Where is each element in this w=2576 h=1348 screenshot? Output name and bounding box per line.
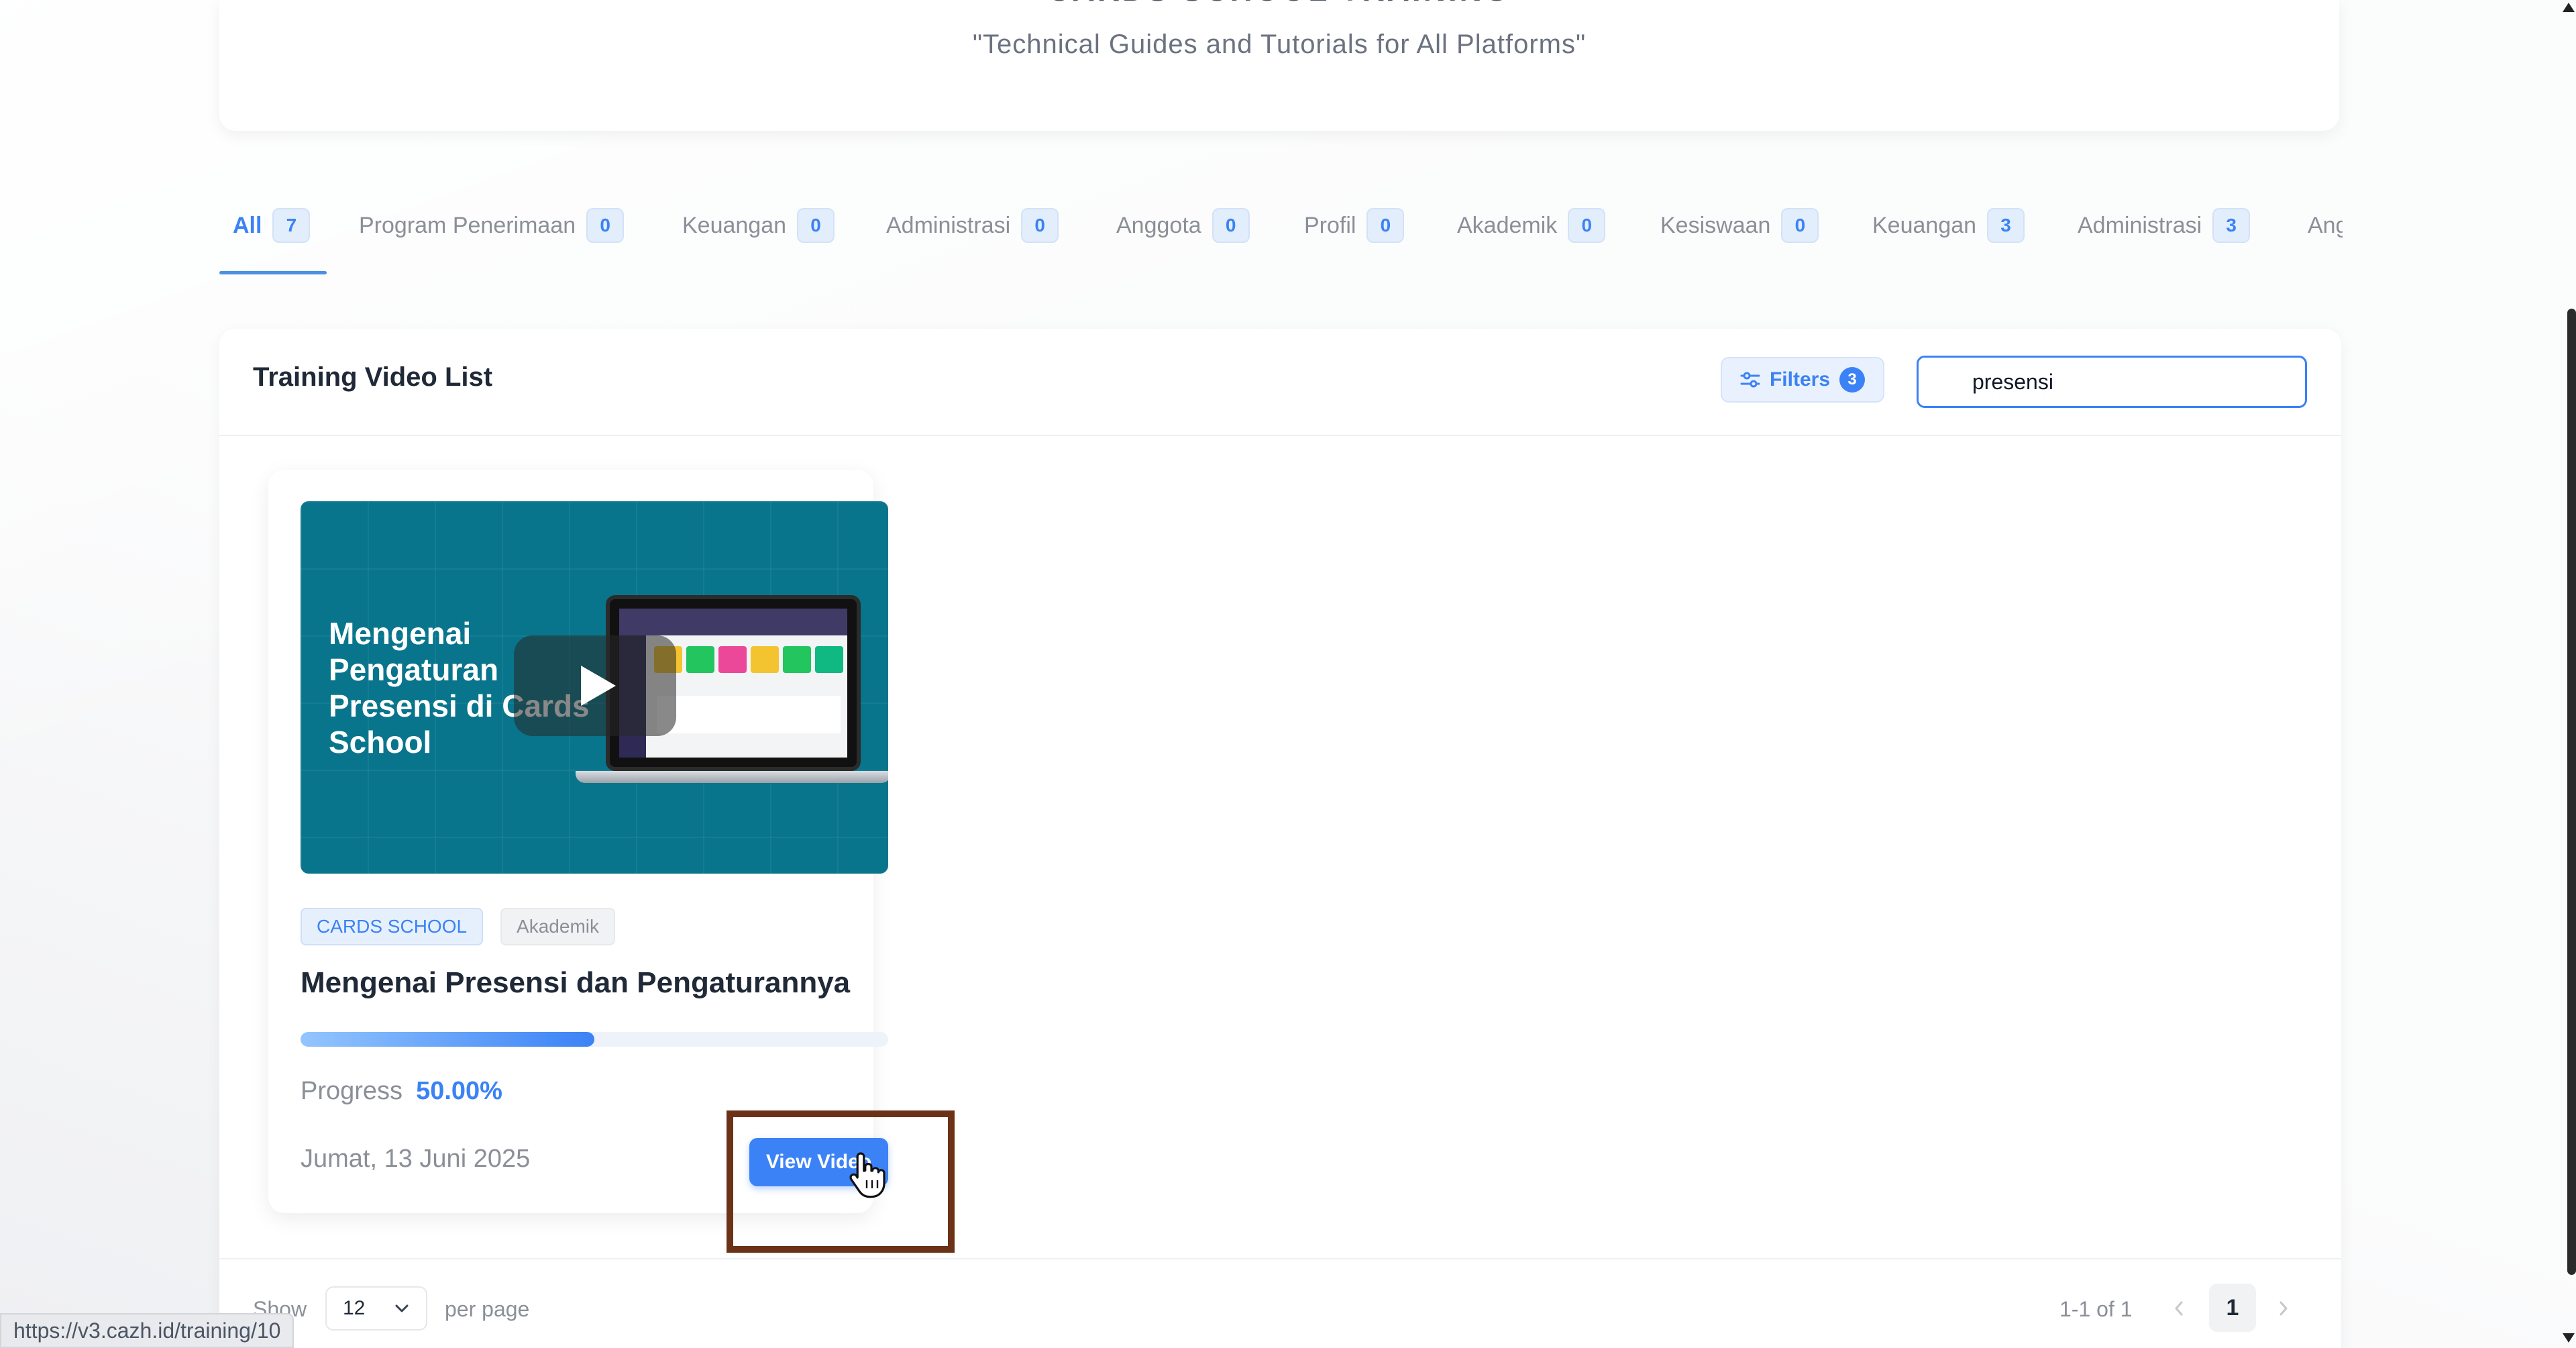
page-number-button[interactable]: 1 bbox=[2209, 1284, 2256, 1332]
laptop-topbar bbox=[619, 609, 847, 635]
laptop-tile bbox=[751, 646, 779, 673]
hero-title: CARDS SCHOOL TRAINING bbox=[219, 0, 2339, 8]
hero-subtitle: "Technical Guides and Tutorials for All … bbox=[972, 30, 1587, 59]
tab-program-penerimaan[interactable]: Program Penerimaan 0 bbox=[359, 205, 625, 246]
tab-anggota[interactable]: Anggota 0 bbox=[1116, 205, 1250, 246]
video-thumbnail[interactable]: Mengenai Pengaturan Presensi di Cards Sc… bbox=[301, 501, 888, 874]
laptop-tile bbox=[815, 646, 843, 673]
tab-count-badge: 3 bbox=[2212, 208, 2251, 243]
laptop-tile bbox=[686, 646, 714, 673]
previous-page-button[interactable] bbox=[2157, 1286, 2201, 1331]
per-page-value: 12 bbox=[343, 1297, 366, 1319]
tab-label: Program Penerimaan bbox=[359, 212, 576, 238]
chevron-right-icon bbox=[2279, 1301, 2288, 1316]
tab-administrasi-2[interactable]: Administrasi 3 bbox=[2078, 205, 2251, 246]
tab-label: Kesiswaan bbox=[1660, 212, 1771, 238]
page-scrollbar-thumb[interactable] bbox=[2567, 309, 2576, 1275]
play-icon bbox=[581, 666, 616, 706]
tab-count-badge: 7 bbox=[272, 208, 311, 243]
progress-text: Progress 50.00% bbox=[301, 1077, 502, 1106]
video-date: Jumat, 13 Juni 2025 bbox=[301, 1145, 531, 1173]
progress-bar-fill bbox=[301, 1032, 594, 1047]
hero-card: CARDS SCHOOL TRAINING "Technical Guides … bbox=[219, 0, 2339, 131]
video-card: Mengenai Pengaturan Presensi di Cards Sc… bbox=[268, 470, 955, 1253]
tab-profil[interactable]: Profil 0 bbox=[1304, 205, 1405, 246]
tab-label: Anggota bbox=[1116, 212, 1201, 238]
tab-keuangan-2[interactable]: Keuangan 3 bbox=[1872, 205, 2025, 246]
tab-count-badge: 0 bbox=[797, 208, 835, 243]
tab-count-badge: 0 bbox=[1781, 208, 1819, 243]
tab-count-badge: 3 bbox=[1987, 208, 2025, 243]
panel-title: Training Video List bbox=[253, 362, 493, 392]
tab-keuangan[interactable]: Keuangan 0 bbox=[682, 205, 835, 246]
per-page-label: per page bbox=[445, 1297, 530, 1321]
tab-kesiswaan[interactable]: Kesiswaan 0 bbox=[1660, 205, 1819, 246]
laptop-base bbox=[576, 771, 888, 783]
filters-label: Filters bbox=[1769, 368, 1831, 391]
tab-label: Ang bbox=[2308, 212, 2343, 238]
filters-count-badge: 3 bbox=[1839, 367, 1866, 393]
tab-count-badge: 0 bbox=[1366, 208, 1405, 243]
progress-bar bbox=[301, 1032, 888, 1047]
tab-administrasi[interactable]: Administrasi 0 bbox=[886, 205, 1059, 246]
tab-label: Akademik bbox=[1457, 212, 1558, 238]
scroll-up-arrow-icon[interactable] bbox=[2561, 0, 2576, 15]
tab-count-badge: 0 bbox=[1568, 208, 1606, 243]
progress-label: Progress bbox=[301, 1077, 403, 1105]
play-button[interactable] bbox=[514, 635, 676, 736]
chevron-down-icon bbox=[395, 1304, 409, 1312]
per-page-select[interactable]: 12 bbox=[325, 1286, 427, 1331]
hand-cursor-icon bbox=[849, 1152, 885, 1198]
tab-count-badge: 0 bbox=[586, 208, 625, 243]
tab-all[interactable]: All 7 bbox=[233, 205, 311, 246]
active-tab-indicator bbox=[219, 271, 327, 274]
status-bar-url: https://v3.cazh.id/training/10 bbox=[0, 1313, 294, 1348]
tab-label: Administrasi bbox=[886, 212, 1011, 238]
chevron-left-icon bbox=[2175, 1301, 2183, 1316]
laptop-tile bbox=[783, 646, 811, 673]
video-title: Mengenai Presensi dan Pengaturannya bbox=[301, 966, 851, 999]
tab-anggota-2[interactable]: Ang bbox=[2308, 205, 2343, 246]
tab-label: Keuangan bbox=[1872, 212, 1977, 238]
tab-label: All bbox=[233, 212, 262, 238]
laptop-content-panel bbox=[657, 696, 841, 733]
panel-header: Training Video List Filters 3 bbox=[219, 329, 2341, 436]
laptop-tile bbox=[718, 646, 747, 673]
category-tabs: All 7 Program Penerimaan 0 Keuangan 0 Ad… bbox=[219, 195, 2343, 278]
training-video-panel: Training Video List Filters 3 Mengenai P… bbox=[219, 329, 2341, 1348]
tag-platform: CARDS SCHOOL bbox=[301, 908, 484, 945]
tab-count-badge: 0 bbox=[1021, 208, 1059, 243]
tab-label: Profil bbox=[1304, 212, 1356, 238]
sliders-icon bbox=[1740, 372, 1760, 388]
tag-category: Akademik bbox=[500, 908, 615, 945]
pagination-bar: Show 12 per page 1-1 of 1 1 bbox=[219, 1258, 2341, 1348]
tab-label: Administrasi bbox=[2078, 212, 2202, 238]
progress-value: 50.00% bbox=[416, 1077, 502, 1105]
tab-akademik[interactable]: Akademik 0 bbox=[1457, 205, 1606, 246]
tab-count-badge: 0 bbox=[1212, 208, 1250, 243]
video-tags: CARDS SCHOOL Akademik bbox=[301, 908, 615, 945]
next-page-button[interactable] bbox=[2261, 1286, 2306, 1331]
filters-button[interactable]: Filters 3 bbox=[1721, 357, 1884, 403]
scroll-down-arrow-icon[interactable] bbox=[2561, 1331, 2576, 1345]
tab-label: Keuangan bbox=[682, 212, 787, 238]
search-input[interactable] bbox=[1917, 356, 2307, 408]
pagination-range: 1-1 of 1 bbox=[2059, 1297, 2133, 1321]
